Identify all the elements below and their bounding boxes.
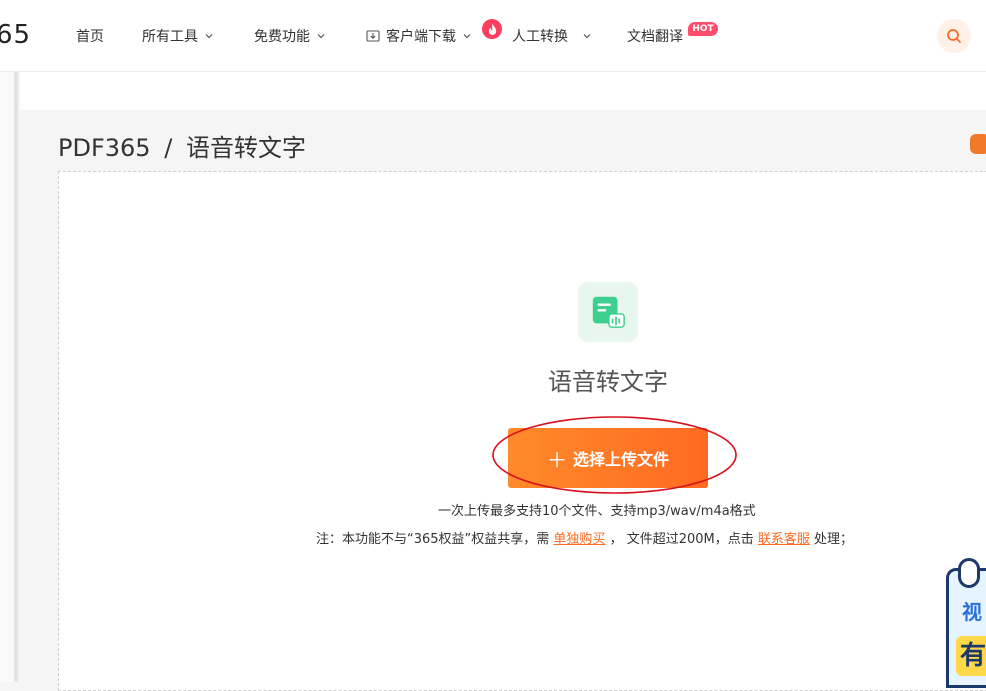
nav-free-label: 免费功能 bbox=[254, 29, 310, 45]
nav-translate[interactable]: 文档翻译 bbox=[627, 24, 683, 48]
nav-manual-convert[interactable]: 人工转换 bbox=[512, 24, 592, 48]
speech-to-text-icon bbox=[578, 282, 638, 342]
upload-note: 注：本功能不与“365权益”权益共享，需 单独购买 ， 文件超过200M，点击 … bbox=[316, 528, 853, 547]
top-navbar: 65 首页 所有工具 免费功能 客户端下载 人工转换 文档翻译 HOT bbox=[0, 0, 986, 72]
upload-button-label: 选择上传文件 bbox=[572, 450, 669, 469]
promo-ring-icon bbox=[958, 558, 980, 588]
contact-service-link[interactable]: 联系客服 bbox=[758, 532, 810, 547]
nav-all-tools-label: 所有工具 bbox=[142, 29, 198, 45]
search-button[interactable] bbox=[937, 19, 971, 53]
select-upload-file-button[interactable]: ＋ 选择上传文件 bbox=[508, 428, 708, 488]
chevron-down-icon bbox=[582, 31, 592, 41]
chevron-down-icon bbox=[462, 31, 472, 41]
search-icon bbox=[947, 29, 961, 43]
chevron-down-icon bbox=[316, 31, 326, 41]
promo-text-1: 视 bbox=[962, 600, 982, 624]
upload-limits-hint: 一次上传最多支持10个文件、支持mp3/wav/m4a格式 bbox=[438, 504, 756, 519]
promo-text-2: 有 bbox=[956, 636, 986, 676]
tool-title: 语音转文字 bbox=[548, 368, 668, 396]
fire-icon bbox=[482, 19, 502, 39]
chevron-down-icon bbox=[204, 31, 214, 41]
nav-all-tools[interactable]: 所有工具 bbox=[142, 24, 214, 48]
nav-home[interactable]: 首页 bbox=[76, 24, 104, 48]
download-icon bbox=[366, 29, 380, 43]
plus-icon: ＋ bbox=[546, 447, 567, 472]
breadcrumb-separator: / bbox=[164, 134, 173, 162]
nav-free[interactable]: 免费功能 bbox=[254, 24, 326, 48]
note-middle: ， 文件超过200M，点击 bbox=[605, 532, 758, 547]
hot-badge: HOT bbox=[688, 22, 718, 36]
buy-separately-link[interactable]: 单独购买 bbox=[553, 532, 605, 547]
breadcrumb-site[interactable]: PDF365 bbox=[58, 134, 151, 162]
nav-download[interactable]: 客户端下载 bbox=[366, 24, 472, 48]
sidebar-edge bbox=[0, 72, 18, 682]
note-prefix: 注：本功能不与“365权益”权益共享，需 bbox=[316, 532, 554, 547]
nav-translate-label: 文档翻译 bbox=[627, 29, 683, 45]
sub-header-strip bbox=[20, 72, 986, 110]
nav-manual-label: 人工转换 bbox=[512, 29, 568, 45]
nav-home-label: 首页 bbox=[76, 29, 104, 45]
breadcrumb-current: 语音转文字 bbox=[185, 134, 306, 162]
main-nav: 首页 所有工具 免费功能 客户端下载 人工转换 文档翻译 HOT bbox=[0, 0, 986, 72]
nav-download-label: 客户端下载 bbox=[386, 29, 456, 45]
breadcrumb: PDF365 / 语音转文字 bbox=[58, 128, 306, 163]
note-suffix: 处理； bbox=[809, 532, 854, 547]
side-tool-icon[interactable] bbox=[970, 134, 986, 154]
